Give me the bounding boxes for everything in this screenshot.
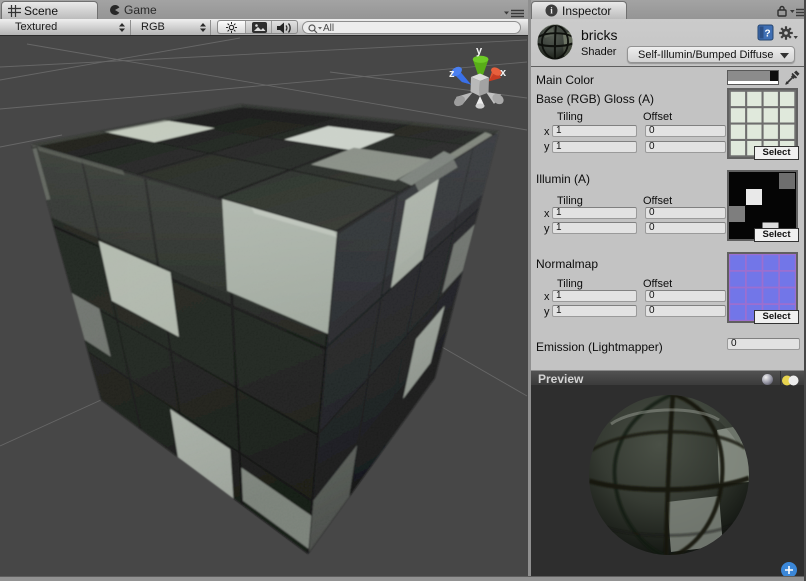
svg-text:?: ?: [764, 29, 770, 40]
svg-text:z: z: [449, 68, 455, 80]
svg-text:y: y: [476, 45, 483, 57]
svg-text:x: x: [500, 67, 507, 79]
